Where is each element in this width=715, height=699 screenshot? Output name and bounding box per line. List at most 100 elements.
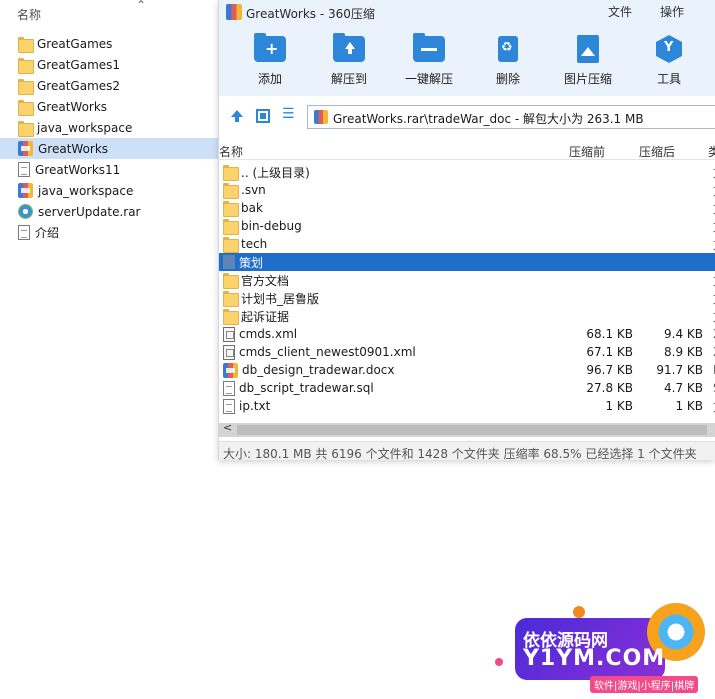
up-arrow-icon[interactable]	[230, 109, 244, 123]
file-row-selected[interactable]: 策划	[219, 253, 715, 271]
file-row[interactable]: bak文	[219, 199, 715, 217]
address-bar[interactable]: GreatWorks.rar\tradeWar_doc - 解包大小为 263.…	[307, 105, 715, 129]
rar-archive-icon	[18, 183, 33, 198]
extract-to-button[interactable]: 解压到	[319, 33, 379, 90]
file-row[interactable]: db_script_tradewar.sql27.8 KB4.7 KBS	[219, 379, 715, 397]
folder-icon	[223, 165, 239, 181]
scroll-left-icon[interactable]: <	[223, 421, 232, 434]
delete-icon	[491, 34, 525, 64]
file-name: db_design_tradewar.docx	[242, 363, 395, 377]
explorer-item[interactable]: java_workspace	[0, 117, 218, 138]
file-row[interactable]: .. (上级目录)文	[219, 163, 715, 181]
size-before-cell: 27.8 KB	[586, 381, 633, 395]
gear-icon	[18, 204, 33, 219]
explorer-item[interactable]: GreatWorks11	[0, 159, 218, 180]
file-name: 起诉证据	[241, 309, 290, 324]
explorer-item-label: GreatGames	[37, 36, 113, 51]
one-click-extract-button[interactable]: 一键解压	[399, 33, 459, 90]
explorer-item[interactable]: 介绍	[0, 222, 218, 243]
explorer-item-selected[interactable]: GreatWorks	[0, 138, 218, 159]
explorer-column-header[interactable]: 名称 ⌃	[0, 0, 218, 26]
column-compressed-before[interactable]: 压缩前	[569, 143, 605, 160]
name-column-label: 名称	[17, 8, 42, 22]
folder-icon	[223, 273, 239, 289]
explorer-item[interactable]: serverUpdate.rar	[0, 201, 218, 222]
tools-icon	[652, 34, 686, 64]
archive-window: GreatWorks - 360压缩 文件 操作 + 添加 解压到 一键解压 删…	[218, 0, 715, 460]
file-row[interactable]: cmds_client_newest0901.xml67.1 KB8.9 KBX	[219, 343, 715, 361]
xml-file-icon	[223, 344, 235, 360]
size-before-cell: 68.1 KB	[586, 327, 633, 341]
add-icon: +	[253, 33, 287, 64]
folder-icon	[18, 78, 34, 95]
image-compress-button[interactable]: 图片压缩	[558, 34, 618, 90]
file-row[interactable]: 官方文档文	[219, 271, 715, 289]
explorer-item-label: java_workspace	[37, 120, 133, 135]
tools-button[interactable]: 工具	[639, 34, 699, 90]
explorer-item[interactable]: GreatWorks	[0, 96, 218, 117]
file-row[interactable]: cmds.xml68.1 KB9.4 KBX	[219, 325, 715, 343]
folder-icon	[223, 219, 239, 235]
file-row[interactable]: 计划书_居鲁版文	[219, 289, 715, 307]
sort-chevron-icon[interactable]: ⌃	[136, 0, 146, 12]
file-name: bin-debug	[241, 219, 302, 233]
list-view-icon[interactable]	[282, 106, 296, 123]
folder-icon	[18, 36, 34, 53]
folder-icon	[223, 201, 239, 217]
file-name: ip.txt	[239, 399, 271, 413]
folder-icon	[18, 57, 34, 74]
scrollbar-thumb[interactable]	[237, 425, 707, 435]
rar-archive-icon	[18, 141, 33, 156]
decor-dot	[495, 658, 503, 666]
file-row[interactable]: ip.txt1 KB1 KB文	[219, 397, 715, 415]
explorer-list: GreatGames GreatGames1 GreatGames2 Great…	[0, 33, 218, 243]
watermark-domain: Y1YM.COM	[523, 646, 666, 671]
explorer-item[interactable]: GreatGames	[0, 33, 218, 54]
watermark-logo: 依依源码网 Y1YM.COM 软件|游戏|小程序|棋牌	[495, 598, 710, 698]
explorer-item[interactable]: GreatGames2	[0, 75, 218, 96]
one-click-extract-button-label: 一键解压	[404, 72, 453, 86]
explorer-item-label: java_workspace	[38, 183, 134, 198]
thumbnail-view-icon[interactable]	[256, 109, 270, 123]
file-list-header: 名称 压缩前 压缩后 类	[219, 140, 715, 160]
explorer-pane: 名称 ⌃ GreatGames GreatGames1 GreatGames2 …	[0, 0, 218, 699]
file-name: bak	[241, 201, 263, 215]
extract-to-icon	[332, 33, 366, 64]
file-name: cmds.xml	[239, 327, 298, 341]
file-row[interactable]: db_design_tradewar.docx96.7 KB91.7 KBN	[219, 361, 715, 379]
menu-operation[interactable]: 操作	[660, 3, 684, 20]
window-title: GreatWorks - 360压缩	[246, 7, 375, 21]
file-name: 策划	[239, 255, 264, 270]
folder-icon	[223, 255, 235, 269]
tools-button-label: 工具	[656, 72, 681, 86]
column-type[interactable]: 类	[708, 143, 715, 160]
file-icon	[18, 162, 30, 177]
file-name: .. (上级目录)	[241, 165, 310, 180]
explorer-item-label: serverUpdate.rar	[38, 204, 141, 219]
file-row[interactable]: bin-debug文	[219, 217, 715, 235]
file-row[interactable]: .svn文	[219, 181, 715, 199]
file-name: cmds_client_newest0901.xml	[239, 345, 416, 359]
add-button[interactable]: + 添加	[240, 33, 300, 90]
folder-icon	[18, 99, 34, 116]
file-name: tech	[241, 237, 268, 251]
delete-button[interactable]: 删除	[478, 34, 538, 90]
address-path: GreatWorks.rar\tradeWar_doc - 解包大小为 263.…	[333, 112, 644, 126]
horizontal-scrollbar[interactable]: <	[219, 421, 715, 437]
file-row[interactable]: 起诉证据文	[219, 307, 715, 325]
text-file-icon	[223, 398, 235, 414]
file-row[interactable]: tech文	[219, 235, 715, 253]
size-after-cell: 1 KB	[675, 399, 703, 413]
folder-icon	[223, 183, 239, 199]
explorer-item[interactable]: java_workspace	[0, 180, 218, 201]
title-bar[interactable]: GreatWorks - 360压缩 文件 操作	[219, 0, 715, 26]
watermark-tagline: 软件|游戏|小程序|棋牌	[590, 676, 699, 693]
text-file-icon	[18, 225, 30, 240]
toolbar: + 添加 解压到 一键解压 删除 图片压缩 工具	[219, 26, 715, 96]
column-compressed-after[interactable]: 压缩后	[639, 143, 675, 160]
menu-file[interactable]: 文件	[608, 3, 632, 20]
explorer-item[interactable]: GreatGames1	[0, 54, 218, 75]
column-name[interactable]: 名称	[219, 143, 243, 160]
explorer-item-label: GreatGames2	[37, 78, 121, 93]
app-logo-icon	[226, 4, 242, 20]
